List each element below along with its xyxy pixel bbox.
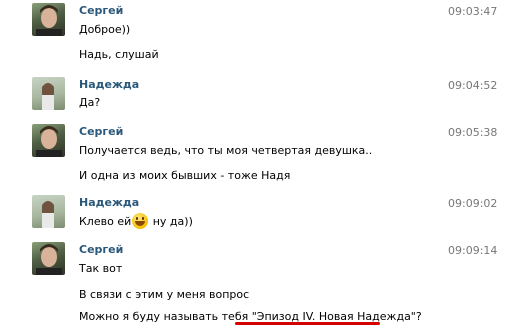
author-name[interactable]: Надежда — [79, 196, 139, 209]
message-time[interactable]: 09:09:02 — [448, 197, 497, 210]
message-time[interactable]: 09:03:47 — [448, 5, 497, 18]
message-time[interactable]: 09:05:38 — [448, 126, 497, 139]
message-text-part: ? — [415, 310, 422, 323]
message-text: Доброе)) — [79, 23, 131, 36]
message-text: И одна из моих бывших - тоже Надя — [79, 169, 291, 182]
avatar-photo-icon — [42, 201, 54, 228]
message-time[interactable]: 09:04:52 — [448, 79, 497, 92]
avatar-photo-icon — [36, 5, 62, 36]
author-name[interactable]: Надежда — [79, 78, 139, 91]
message-text: Так вот — [79, 262, 123, 275]
smile-emoji-icon — [132, 213, 149, 229]
message-time[interactable]: 09:09:14 — [448, 244, 497, 257]
avatar-sergey[interactable] — [32, 124, 65, 157]
author-name[interactable]: Сергей — [79, 125, 123, 138]
avatar-photo-icon — [36, 126, 62, 157]
message-text-part: ну да)) — [149, 215, 193, 228]
author-name[interactable]: Сергей — [79, 243, 123, 256]
avatar-photo-icon — [36, 244, 62, 275]
message-text: В связи с этим у меня вопрос — [79, 288, 250, 301]
avatar-sergey[interactable] — [32, 3, 65, 36]
message-text: Да? — [79, 96, 101, 109]
message-text: Получается ведь, что ты моя четвертая де… — [79, 144, 373, 157]
message-text-part: Клево ей — [79, 215, 132, 228]
avatar-sergey[interactable] — [32, 242, 65, 275]
message-text-part: Можно я буду называть тебя — [79, 310, 252, 323]
avatar-nadezhda[interactable] — [32, 195, 65, 228]
avatar-photo-icon — [42, 83, 54, 110]
author-name[interactable]: Сергей — [79, 4, 123, 17]
message-text: Надь, слушай — [79, 48, 159, 61]
avatar-nadezhda[interactable] — [32, 77, 65, 110]
red-underline-mark — [235, 322, 380, 325]
message-text: Клево ей ну да)) — [79, 213, 193, 229]
